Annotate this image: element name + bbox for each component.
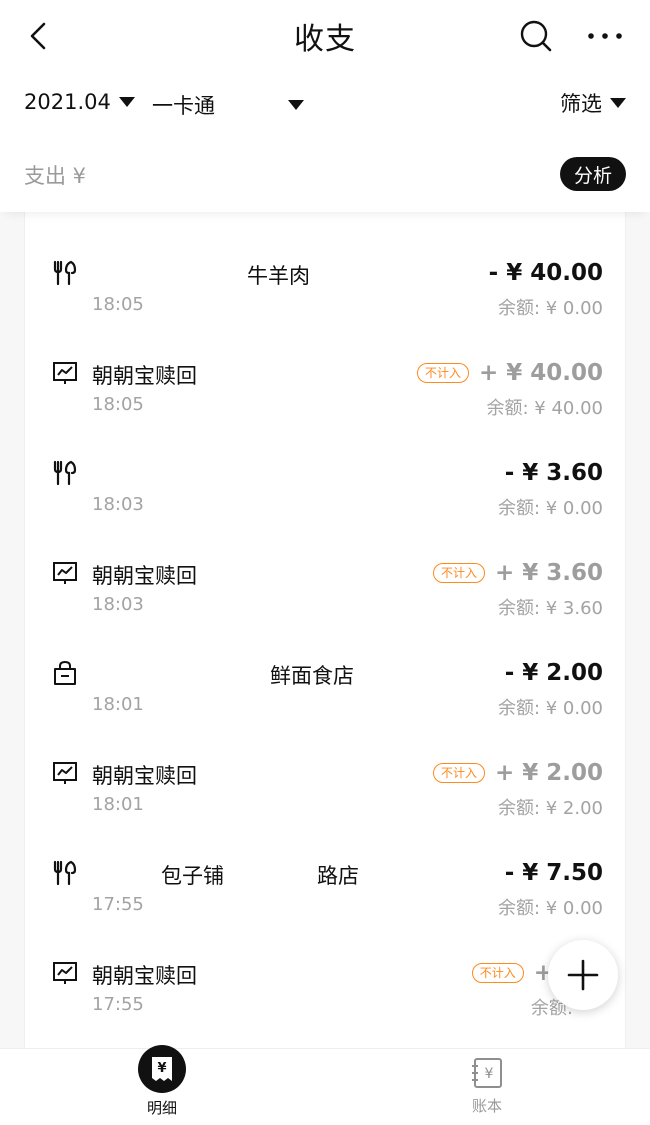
more-button[interactable] bbox=[582, 14, 628, 58]
excluded-badge: 不计入 bbox=[432, 563, 485, 583]
svg-text:¥: ¥ bbox=[157, 1061, 166, 1076]
add-record-button[interactable] bbox=[548, 940, 618, 1010]
dropdown-triangle-icon bbox=[288, 100, 304, 110]
transaction-list: 牛羊肉 18:05 - ¥ 40.00 余额: ¥ 0.00 朝朝宝赎回 18:… bbox=[24, 212, 626, 1048]
amount-area: 不计入 + ¥ 40.00 bbox=[416, 360, 603, 386]
amount-area: - ¥ 40.00 bbox=[489, 260, 603, 286]
balance-text: 余额: ¥ 0.00 bbox=[497, 698, 603, 719]
balance-text: 余额: ¥ 0.00 bbox=[497, 498, 603, 519]
transaction-row[interactable]: 鲜面食店 18:01 - ¥ 2.00 余额: ¥ 0.00 bbox=[25, 626, 625, 726]
shopping-bag-icon bbox=[54, 660, 76, 685]
dropdown-triangle-icon bbox=[610, 98, 626, 108]
title-row: 收支 bbox=[0, 0, 650, 72]
month-selector[interactable]: 2021.04 bbox=[24, 90, 135, 114]
balance-text: 余额: ¥ 0.00 bbox=[497, 898, 603, 919]
search-icon bbox=[520, 20, 552, 52]
search-button[interactable] bbox=[516, 14, 556, 58]
top-bar: 收支 2021.04 一卡通 筛选 支出 ¥ 分析 bbox=[0, 0, 650, 212]
investment-chart-icon bbox=[53, 962, 77, 984]
transaction-name: 牛羊肉 bbox=[247, 264, 310, 288]
transaction-time: 18:01 bbox=[92, 694, 144, 715]
transaction-row[interactable]: 牛羊肉 18:05 - ¥ 40.00 余额: ¥ 0.00 bbox=[25, 226, 625, 326]
svg-text:¥: ¥ bbox=[485, 1066, 494, 1082]
transaction-row[interactable]: 包子铺 路店 17:55 - ¥ 7.50 余额: ¥ 0.00 bbox=[25, 826, 625, 926]
transaction-amount: + ¥ 40.00 bbox=[478, 360, 603, 386]
transaction-amount: - ¥ 7.50 bbox=[504, 860, 603, 886]
transaction-name: 鲜面食店 bbox=[270, 664, 354, 688]
filter-button[interactable]: 筛选 bbox=[560, 88, 626, 118]
transaction-name: 朝朝宝赎回 bbox=[92, 564, 197, 588]
transaction-amount: + ¥ 3.60 bbox=[494, 560, 603, 586]
summary-row: 支出 ¥ 分析 bbox=[0, 152, 650, 196]
excluded-badge: 不计入 bbox=[471, 963, 524, 983]
card-value: 一卡通 bbox=[152, 94, 215, 118]
dining-icon bbox=[53, 460, 77, 486]
amount-area: 不计入 + ¥ 2.00 bbox=[432, 760, 603, 786]
amount-area: - ¥ 7.50 bbox=[505, 860, 603, 886]
balance-text: 余额: ¥ 3.60 bbox=[497, 598, 603, 619]
amount-area: 不计入 + ¥ 3.60 bbox=[432, 560, 603, 586]
balance-text: 余额: ¥ 40.00 bbox=[486, 398, 604, 419]
yuan-receipt-icon: ¥ bbox=[152, 1057, 172, 1081]
transaction-row[interactable]: 18:03 - ¥ 3.60 余额: ¥ 0.00 bbox=[25, 426, 625, 526]
amount-area: - ¥ 2.00 bbox=[505, 660, 603, 686]
dining-icon bbox=[53, 260, 77, 286]
transaction-time: 17:55 bbox=[92, 994, 144, 1015]
transaction-row[interactable]: 朝朝宝赎回 18:05 不计入 + ¥ 40.00 余额: ¥ 40.00 bbox=[25, 326, 625, 426]
balance-text: 余额: ¥ 2.00 bbox=[497, 798, 603, 819]
filter-row: 2021.04 一卡通 筛选 bbox=[0, 86, 650, 126]
transaction-row[interactable]: 朝朝宝赎回 17:55 不计入 + ¥ 余额: bbox=[25, 926, 625, 1026]
expense-total-label: 支出 ¥ bbox=[24, 164, 87, 188]
bottom-nav: ¥ 明细 ¥ 账本 bbox=[0, 1045, 650, 1125]
yuan-ledger-icon: ¥ bbox=[472, 1058, 502, 1088]
transaction-row[interactable]: 朝朝宝赎回 18:01 不计入 + ¥ 2.00 余额: ¥ 2.00 bbox=[25, 726, 625, 826]
investment-chart-icon bbox=[53, 762, 77, 784]
nav-item-details[interactable]: ¥ 明细 bbox=[102, 1045, 222, 1125]
card-selector[interactable]: 一卡通 bbox=[152, 90, 304, 120]
transaction-name-suffix: 路店 bbox=[317, 864, 359, 888]
transaction-time: 18:05 bbox=[92, 294, 144, 315]
transaction-time: 18:05 bbox=[92, 394, 144, 415]
transaction-time: 18:01 bbox=[92, 794, 144, 815]
filter-label: 筛选 bbox=[560, 92, 602, 116]
transaction-time: 17:55 bbox=[92, 894, 144, 915]
investment-chart-icon bbox=[53, 362, 77, 384]
excluded-badge: 不计入 bbox=[416, 363, 469, 383]
transaction-name: 朝朝宝赎回 bbox=[92, 964, 197, 988]
transaction-amount: - ¥ 2.00 bbox=[504, 660, 603, 686]
excluded-badge: 不计入 bbox=[432, 763, 485, 783]
investment-chart-icon bbox=[53, 562, 77, 584]
transaction-name: 朝朝宝赎回 bbox=[92, 364, 197, 388]
month-value: 2021.04 bbox=[24, 90, 111, 114]
transaction-time: 18:03 bbox=[92, 494, 144, 515]
nav-label-ledger: 账本 bbox=[471, 1097, 502, 1115]
more-horizontal-icon bbox=[588, 33, 622, 39]
nav-label-details: 明细 bbox=[146, 1099, 177, 1117]
plus-icon bbox=[567, 959, 599, 991]
nav-active-bubble: ¥ bbox=[138, 1045, 186, 1093]
dining-icon bbox=[53, 860, 77, 886]
transaction-amount: - ¥ 3.60 bbox=[504, 460, 603, 486]
transaction-amount: + ¥ 2.00 bbox=[494, 760, 603, 786]
dropdown-triangle-icon bbox=[118, 97, 135, 107]
nav-item-ledger[interactable]: ¥ 账本 bbox=[427, 1049, 547, 1125]
analyze-button[interactable]: 分析 bbox=[559, 157, 626, 191]
amount-area: - ¥ 3.60 bbox=[505, 460, 603, 486]
transaction-row[interactable]: 朝朝宝赎回 18:03 不计入 + ¥ 3.60 余额: ¥ 3.60 bbox=[25, 526, 625, 626]
balance-text: 余额: ¥ 0.00 bbox=[497, 298, 603, 319]
transaction-time: 18:03 bbox=[92, 594, 144, 615]
transaction-amount: - ¥ 40.00 bbox=[488, 260, 603, 286]
transaction-name: 包子铺 bbox=[161, 864, 224, 888]
transaction-name: 朝朝宝赎回 bbox=[92, 764, 197, 788]
